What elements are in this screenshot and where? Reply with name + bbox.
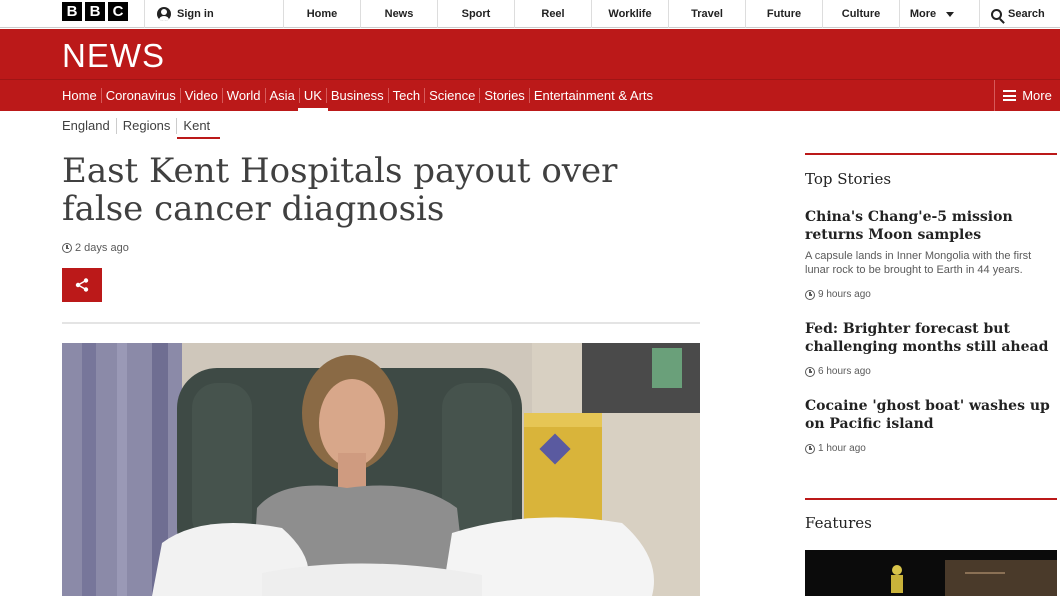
story-item[interactable]: Cocaine 'ghost boat' washes up on Pacifi… xyxy=(805,397,1057,454)
user-icon xyxy=(157,7,171,21)
story-title[interactable]: China's Chang'e-5 mission returns Moon s… xyxy=(805,208,1057,244)
search-icon xyxy=(991,8,1002,20)
chevron-down-icon xyxy=(946,11,955,17)
clock-icon xyxy=(805,289,815,300)
top-nav-sport[interactable]: Sport xyxy=(437,0,514,28)
search-label: Search xyxy=(1008,8,1045,20)
story-time-text: 6 hours ago xyxy=(818,366,871,377)
clock-icon xyxy=(62,243,72,253)
story-time-text: 1 hour ago xyxy=(818,443,866,454)
section-more-label: More xyxy=(1022,88,1052,103)
top-nav-home[interactable]: Home xyxy=(283,0,360,28)
story-title[interactable]: Cocaine 'ghost boat' washes up on Pacifi… xyxy=(805,397,1057,433)
feature-thumbnail-illustration xyxy=(805,550,1057,596)
breadcrumb-kent[interactable]: Kent xyxy=(177,118,220,139)
top-nav-more-label: More xyxy=(909,8,937,20)
features-heading: Features xyxy=(805,514,872,532)
clock-icon xyxy=(805,443,815,454)
article-divider xyxy=(62,322,700,324)
section-more-button[interactable]: More xyxy=(994,80,1060,111)
story-summary: A capsule lands in Inner Mongolia with t… xyxy=(805,250,1032,276)
top-nav-news[interactable]: News xyxy=(360,0,437,28)
section-nav-coronavirus[interactable]: Coronavirus xyxy=(102,88,181,103)
section-nav-world[interactable]: World xyxy=(223,88,266,103)
section-nav-stories[interactable]: Stories xyxy=(480,88,530,103)
section-nav-science[interactable]: Science xyxy=(425,88,481,103)
section-nav-asia[interactable]: Asia xyxy=(266,88,300,103)
logo-letter-c: C xyxy=(108,2,128,21)
sign-in-label: Sign in xyxy=(177,8,214,20)
story-time: 1 hour ago xyxy=(805,443,1057,454)
section-nav-uk[interactable]: UK xyxy=(297,88,328,112)
article-headline: East Kent Hospitals payout over false ca… xyxy=(62,151,618,229)
breadcrumb-england[interactable]: England xyxy=(62,118,117,134)
top-nav-more-button[interactable]: More xyxy=(899,0,964,28)
story-time: 9 hours ago xyxy=(805,289,1057,300)
top-stories-rule xyxy=(805,153,1057,155)
top-nav-reel[interactable]: Reel xyxy=(514,0,591,28)
features-rule xyxy=(805,498,1057,500)
section-nav-tech[interactable]: Tech xyxy=(389,88,426,103)
top-stories-heading: Top Stories xyxy=(805,170,892,188)
feature-thumbnail[interactable] xyxy=(805,550,1057,596)
bbc-logo[interactable]: B B C xyxy=(62,2,128,21)
story-title[interactable]: Fed: Brighter forecast but challenging m… xyxy=(805,320,1057,356)
section-nav-business[interactable]: Business xyxy=(327,88,389,103)
article-hero-image xyxy=(62,343,700,596)
section-nav-video[interactable]: Video xyxy=(181,88,223,103)
top-nav-future[interactable]: Future xyxy=(745,0,822,28)
news-logo[interactable]: NEWS xyxy=(62,37,165,75)
sign-in-link[interactable]: Sign in xyxy=(144,0,214,28)
top-nav-travel[interactable]: Travel xyxy=(668,0,745,28)
hero-photo-illustration xyxy=(62,343,700,596)
top-stories-panel: Top Stories China's Chang'e-5 mission re… xyxy=(805,153,1057,454)
news-banner: NEWS Home Coronavirus Video World Asia U… xyxy=(0,29,1060,112)
share-icon xyxy=(75,278,89,292)
logo-letter-b1: B xyxy=(62,2,82,21)
clock-icon xyxy=(805,366,815,377)
story-time-text: 9 hours ago xyxy=(818,289,871,300)
features-panel: Features xyxy=(805,498,1057,596)
bbc-masthead: B B C Sign in Home News Sport Reel Workl… xyxy=(0,0,1060,28)
breadcrumb-regions[interactable]: Regions xyxy=(117,118,178,134)
section-nav-home[interactable]: Home xyxy=(62,88,102,103)
story-time: 6 hours ago xyxy=(805,366,1057,377)
story-item[interactable]: China's Chang'e-5 mission returns Moon s… xyxy=(805,208,1057,300)
share-button[interactable] xyxy=(62,268,102,302)
top-nav-culture[interactable]: Culture xyxy=(822,0,899,28)
search-button[interactable]: Search xyxy=(979,0,1060,28)
section-nav: Home Coronavirus Video World Asia UK Bus… xyxy=(62,80,657,112)
breadcrumb: England Regions Kent xyxy=(62,118,220,139)
top-nav: Home News Sport Reel Worklife Travel Fut… xyxy=(283,0,964,28)
story-item[interactable]: Fed: Brighter forecast but challenging m… xyxy=(805,320,1057,377)
section-nav-entertainment-arts[interactable]: Entertainment & Arts xyxy=(530,88,657,103)
article-timestamp-text: 2 days ago xyxy=(75,242,129,254)
logo-letter-b2: B xyxy=(85,2,105,21)
hamburger-icon xyxy=(1003,90,1017,101)
article-timestamp: 2 days ago xyxy=(62,242,129,254)
top-nav-worklife[interactable]: Worklife xyxy=(591,0,668,28)
